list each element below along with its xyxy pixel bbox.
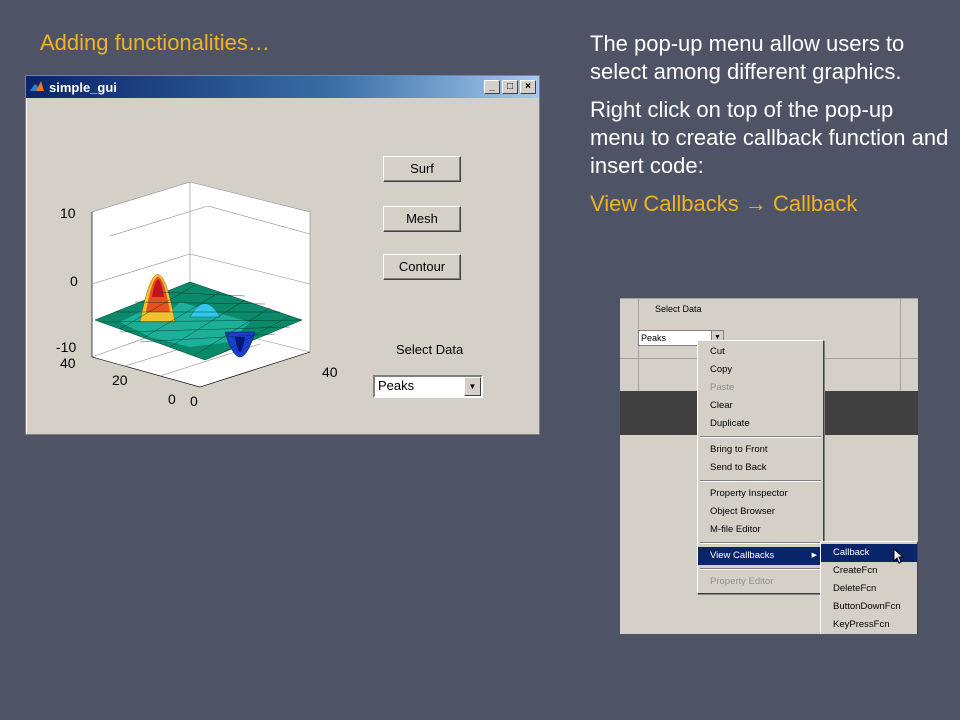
x-tick-40: 40	[322, 364, 338, 380]
menu-path: View Callbacks → Callback	[590, 191, 858, 216]
mesh-button[interactable]: Mesh	[383, 206, 461, 232]
menu-separator	[700, 480, 821, 482]
description-para-2: Right click on top of the pop-up menu to…	[590, 97, 949, 178]
menu-separator	[700, 542, 821, 544]
menu-item-duplicate[interactable]: Duplicate	[698, 415, 823, 433]
matlab-logo-icon	[30, 81, 44, 91]
submenu-item-callback[interactable]: Callback	[821, 544, 917, 564]
menu-item-view-callbacks[interactable]: View Callbacks ▶	[698, 547, 823, 565]
submenu-item-callback-label: Callback	[833, 547, 870, 558]
submenu-item-deletefcn[interactable]: DeleteFcn	[821, 580, 917, 598]
window-client-area: 10 0 -10 40 20 0 0 40 Surf Mesh Contour …	[30, 102, 535, 430]
menu-item-mfile-editor[interactable]: M-file Editor	[698, 521, 823, 539]
cm-popup-value: Peaks	[641, 333, 667, 343]
menu-item-bring-to-front[interactable]: Bring to Front	[698, 441, 823, 459]
context-menu: Cut Copy Paste Clear Duplicate Bring to …	[697, 340, 824, 594]
z-tick-0: 0	[70, 273, 78, 289]
y-tick-40: 40	[60, 355, 76, 371]
menu-item-clear[interactable]: Clear	[698, 397, 823, 415]
menu-item-object-browser[interactable]: Object Browser	[698, 503, 823, 521]
context-menu-screenshot: Select Data Peaks ▼ Cut Copy Paste Clear…	[620, 298, 918, 634]
menu-separator	[700, 436, 821, 438]
menu-separator	[700, 568, 821, 570]
callbacks-submenu: Callback CreateFcn DeleteFcn ButtonDownF…	[820, 541, 918, 634]
menu-item-cut[interactable]: Cut	[698, 343, 823, 361]
close-button[interactable]: ×	[520, 80, 536, 94]
surf-button[interactable]: Surf	[383, 156, 461, 182]
menu-item-paste[interactable]: Paste	[698, 379, 823, 397]
grid-line	[620, 298, 918, 299]
menu-item-property-editor[interactable]: Property Editor	[698, 573, 823, 591]
description-para-1: The pop-up menu allow users to select am…	[590, 31, 905, 84]
submenu-item-keypressfcn[interactable]: KeyPressFcn	[821, 616, 917, 634]
window-titlebar[interactable]: simple_gui _ □ ×	[26, 76, 539, 98]
contour-button[interactable]: Contour	[383, 254, 461, 280]
y-tick-0: 0	[168, 391, 176, 407]
surface-plot: 10 0 -10 40 20 0 0 40	[56, 181, 338, 409]
menu-item-view-callbacks-label: View Callbacks	[710, 550, 775, 561]
maximize-button[interactable]: □	[502, 80, 518, 94]
popup-value: Peaks	[378, 378, 415, 393]
submenu-item-buttondownfcn[interactable]: ButtonDownFcn	[821, 598, 917, 616]
x-tick-0: 0	[190, 393, 198, 409]
y-tick-20: 20	[112, 372, 128, 388]
simple-gui-window: simple_gui _ □ × 10 0 -10 40 20 0 0 40 S…	[25, 75, 540, 435]
submenu-arrow-icon: ▶	[811, 552, 817, 559]
z-tick-10: 10	[60, 205, 76, 221]
submenu-item-createfcn[interactable]: CreateFcn	[821, 562, 917, 580]
description-text: The pop-up menu allow users to select am…	[590, 30, 950, 228]
cm-select-data-label: Select Data	[655, 304, 702, 314]
data-popup-menu[interactable]: Peaks ▼	[373, 375, 483, 398]
minimize-button[interactable]: _	[484, 80, 500, 94]
menu-item-copy[interactable]: Copy	[698, 361, 823, 379]
slide-title: Adding functionalities…	[40, 30, 270, 55]
grid-line	[900, 298, 901, 391]
window-title: simple_gui	[49, 79, 117, 95]
menu-item-send-to-back[interactable]: Send to Back	[698, 459, 823, 477]
chevron-down-icon[interactable]: ▼	[464, 377, 481, 396]
z-tick-minus10: -10	[56, 339, 76, 355]
select-data-label: Select Data	[396, 342, 464, 357]
menu-item-property-inspector[interactable]: Property Inspector	[698, 485, 823, 503]
